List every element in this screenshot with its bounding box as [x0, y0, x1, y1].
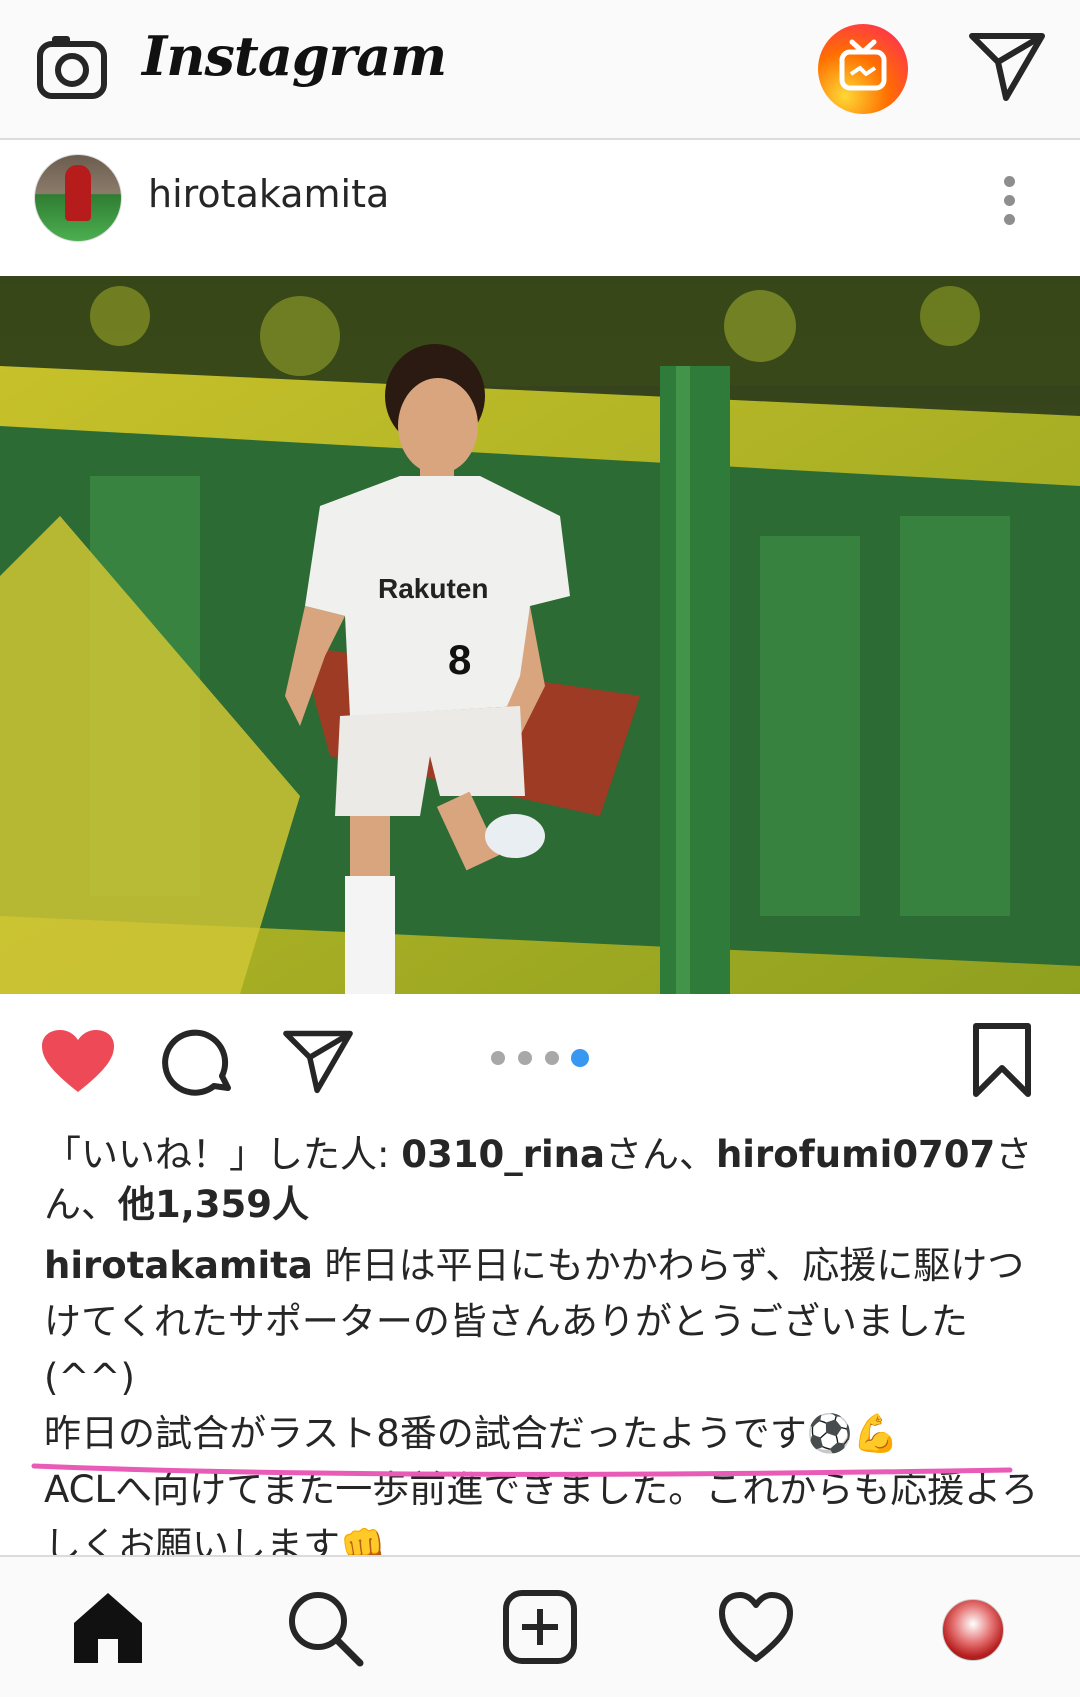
post-author-username[interactable]: hirotakamita	[148, 172, 389, 216]
direct-send-icon[interactable]	[968, 30, 1046, 102]
svg-text:Rakuten: Rakuten	[378, 573, 488, 604]
camera-icon[interactable]	[36, 34, 108, 100]
new-post-icon[interactable]	[500, 1587, 580, 1667]
post-photo[interactable]: Rakuten 8	[0, 276, 1080, 994]
likes-prefix: 「いいね！」した人:	[44, 1133, 402, 1176]
likes-summary[interactable]: 「いいね！」した人: 0310_rinaさん、hirofumi0707さん、他1…	[44, 1130, 1044, 1230]
post-author-avatar[interactable]	[34, 154, 122, 242]
likes-others-count[interactable]: 他1,359人	[118, 1183, 309, 1226]
caption-line-2: 昨日の試合がラスト8番の試合だったようです⚽💪	[44, 1412, 899, 1455]
search-icon[interactable]	[284, 1587, 364, 1667]
svg-text:8: 8	[448, 636, 471, 683]
comment-icon[interactable]	[162, 1028, 234, 1100]
likes-mid: さん、	[604, 1133, 716, 1176]
highlight-underline	[31, 1463, 1013, 1477]
liker-username-2[interactable]: hirofumi0707	[716, 1133, 995, 1176]
post-header: hirotakamita	[0, 142, 1080, 274]
caption-author[interactable]: hirotakamita	[44, 1244, 313, 1287]
top-bar: Instagram	[0, 0, 1080, 140]
caption-line-3: ACLへ向けてまた一歩前進できました。これからも応援よろしくお願いします👊	[44, 1468, 1039, 1567]
home-icon[interactable]	[68, 1587, 148, 1667]
igtv-icon[interactable]	[818, 24, 908, 114]
profile-avatar[interactable]	[942, 1599, 1004, 1661]
like-heart-icon[interactable]	[40, 1028, 116, 1094]
post-caption: hirotakamita 昨日は平日にもかかわらず、応援に駆けつけてくれたサポー…	[44, 1238, 1044, 1574]
post-actions-bar	[0, 994, 1080, 1124]
more-options-icon[interactable]	[994, 170, 1024, 230]
liker-username-1[interactable]: 0310_rina	[401, 1133, 605, 1176]
save-bookmark-icon[interactable]	[972, 1022, 1032, 1098]
share-send-icon[interactable]	[282, 1028, 354, 1094]
carousel-indicator	[491, 1049, 589, 1067]
instagram-logo: Instagram	[142, 24, 447, 88]
bottom-nav-bar	[0, 1555, 1080, 1697]
activity-heart-icon[interactable]	[716, 1587, 796, 1667]
